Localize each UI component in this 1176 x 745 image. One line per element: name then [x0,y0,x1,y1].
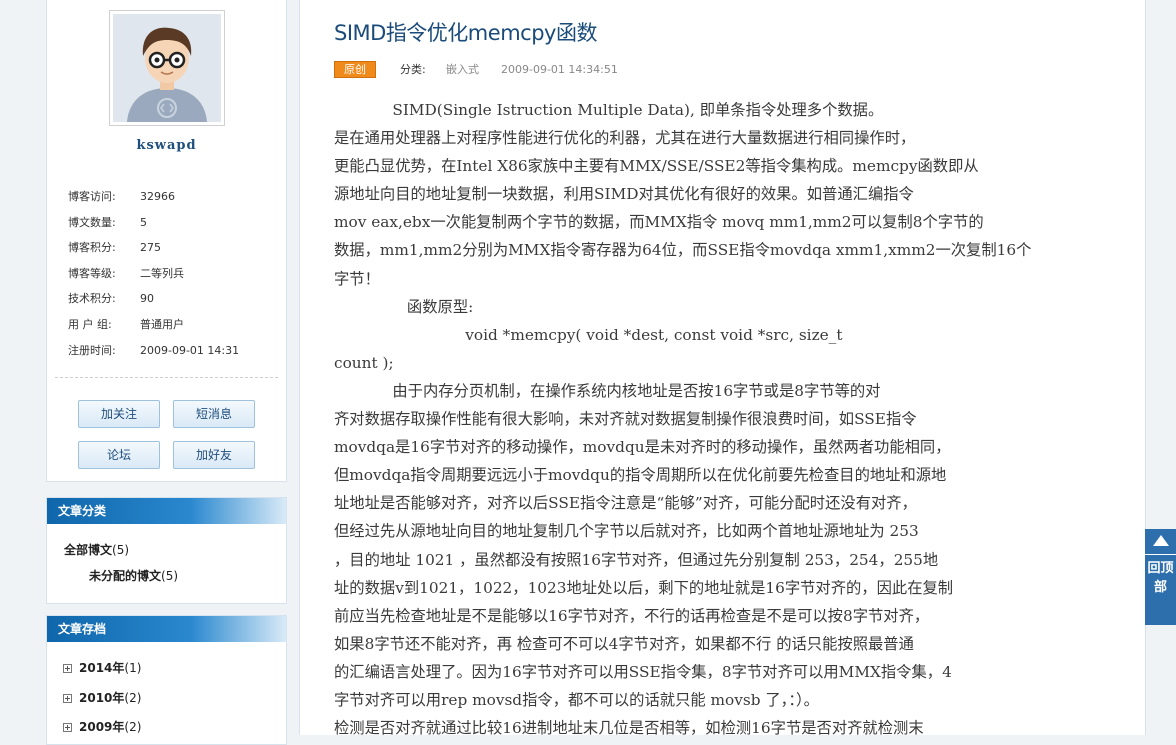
stat-value: 二等列兵 [140,266,184,280]
article-title[interactable]: SIMD指令优化memcpy函数 [334,17,597,47]
archive-item-2014[interactable]: 2014年(1) [63,659,141,676]
stat-label: 博客访问: [68,190,116,203]
stat-value: 普通用户 [140,317,184,331]
category-all[interactable]: 全部博文(5) [64,541,129,558]
category-item-label: 未分配的博文 [89,569,162,583]
datetime-value: 2009-09-01 14:34:51 [501,63,618,76]
article-line: mov eax,ebx一次能复制两个字节的数据，而MMX指令 movq mm1,… [334,213,984,232]
article-category: 分类: [400,61,426,78]
archive-count: (2) [124,691,142,705]
profile-card: kswapd 博客访问: 32966 博文数量: 5 博客积分: 275 博客等级: 二… [46,0,287,482]
archive-count: (1) [124,661,142,675]
stat-visits: 博客访问: 32966 [68,188,239,214]
category-item[interactable]: 未分配的博文(5) [89,567,178,584]
article-line: 齐对数据存取操作性能有很大影响，未对齐就对数据复制操作很浪费时间，如SSE指令 [334,410,917,429]
article-line: 函数原型: [334,297,474,316]
stat-user-group: 用 户 组: 普通用户 [68,316,239,342]
article-line: 如果8字节还不能对齐，再 检查可不可以4字节对齐，如果都不行 的话只能按照最普通 [334,634,914,653]
article-datetime: 2009-09-01 14:34:51 [501,61,618,78]
article-line: 的汇编语言处理了。因为16字节对齐可以用SSE指令集，8字节对齐可以用MMX指令… [334,662,952,681]
archive-item-2009[interactable]: 2009年(2) [63,718,141,735]
expand-plus-icon[interactable] [63,723,72,732]
expand-plus-icon[interactable] [63,694,72,703]
forum-button[interactable]: 论坛 [78,441,160,469]
article-line: count ); [334,353,394,372]
message-button[interactable]: 短消息 [173,400,255,428]
category-all-label: 全部博文 [64,543,113,557]
blog-stats: 博客访问: 32966 博文数量: 5 博客积分: 275 博客等级: 二等列兵 技术积… [68,188,239,367]
archive-year: 2014年 [79,661,125,675]
article-line: 源地址向目的地址复制一块数据，利用SIMD对其优化有很好的效果。如普通汇编指令 [334,185,914,204]
category-title: 文章分类 [47,498,286,524]
stat-label: 用 户 组: [68,317,112,331]
category-box: 文章分类 全部博文(5) 未分配的博文(5) [46,497,287,604]
archive-title: 文章存档 [47,616,286,642]
article-line: 检测是否对齐就通过比较16进制地址末几位是否相等，如检测16字节是否对齐就检测末 [334,719,924,738]
stat-value: 2009-09-01 14:31 [140,343,240,357]
article-line: ，目的地址 1021 ，虽然都没有按照16字节对齐，但通过先分别复制 253，2… [334,550,939,569]
archive-item-2010[interactable]: 2010年(2) [63,689,141,706]
stat-label: 博客等级: [68,266,116,280]
username[interactable]: kswapd [47,138,286,153]
stat-label: 博客积分: [68,241,116,255]
article-line: 字节对齐可以用rep movsd指令，都不可以的话就只能 movsb 了，：）。 [334,690,819,709]
stat-value: 275 [140,241,161,255]
archive-count: (2) [124,720,142,734]
avatar-image [113,14,221,122]
back-to-top-label: 回顶部 [1147,561,1174,595]
stat-tech-points: 技术积分: 90 [68,290,239,316]
avatar[interactable] [109,10,225,126]
stat-level: 博客等级: 二等列兵 [68,265,239,291]
add-friend-button[interactable]: 加好友 [173,441,255,469]
back-to-top-button[interactable]: 回顶部 [1145,529,1176,625]
follow-button[interactable]: 加关注 [78,400,160,428]
category-item-count: (5) [161,569,179,583]
article-line: 由于内存分页机制，在操作系统内核地址是否按16字节或是8字节等的对 [334,381,881,400]
article-category-link[interactable]: 嵌入式 [446,61,479,78]
category-label: 分类: [400,63,426,76]
article-line: 址地址是否能够对齐，对齐以后SSE指令注意是“能够”对齐，可能分配时还没有对齐， [334,494,917,513]
article-line: 址的数据v到1021，1022，1023地址处以后，剩下的地址就是16字节对齐的… [334,578,954,597]
stat-value: 32966 [140,190,175,203]
article-panel: SIMD指令优化memcpy函数 原创 分类: 嵌入式 2009-09-01 1… [299,0,1146,737]
archive-year: 2009年 [79,720,125,734]
stat-label: 注册时间: [68,343,116,357]
article-line: 但经过先从源地址向目的地址复制几个字节以后就对齐，比如两个首地址源地址为 253 [334,522,919,541]
stat-posts: 博文数量: 5 [68,214,239,240]
stat-label: 博文数量: [68,215,116,229]
category-value: 嵌入式 [446,63,479,76]
article-line: 但movdqa指令周期要远远小于movdqu的指令周期所以在优化前要先检查目的地… [334,466,947,485]
stat-label: 技术积分: [68,292,116,306]
archive-box: 文章存档 2014年(1) 2010年(2) 2009年(2) [46,615,287,745]
article-line: SIMD(Single Istruction Multiple Data), 即… [334,101,884,119]
stat-register-time: 注册时间: 2009-09-01 14:31 [68,342,239,368]
article-line: void *memcpy( void *dest, const void *sr… [334,325,843,344]
divider [55,377,278,378]
category-all-count: (5) [112,543,130,557]
expand-plus-icon[interactable] [63,664,72,673]
article-line: 更能凸显优势，在Intel X86家族中主要有MMX/SSE/SSE2等指令集构… [334,157,979,176]
article-line: 是在通用处理器上对程序性能进行优化的利器，尤其在进行大量数据进行相同操作时， [334,129,916,148]
article-line: 前应当先检查地址是不是能够以16字节对齐，不行的话再检查是不是可以按8字节对齐， [334,606,930,625]
archive-year: 2010年 [79,691,125,705]
arrow-up-icon [1145,529,1176,555]
stat-value: 90 [140,292,154,306]
stat-value: 5 [140,215,147,229]
article-line: 字节！ [334,269,380,288]
original-badge: 原创 [334,61,376,78]
stat-points: 博客积分: 275 [68,239,239,265]
article-line: 数据，mm1,mm2分别为MMX指令寄存器为64位，而SSE指令movdqa x… [334,241,1032,260]
article-line: movdqa是16字节对齐的移动操作，movdqu是未对齐时的移动操作，虽然两者… [334,438,951,457]
article-body: SIMD(Single Istruction Multiple Data), 即… [334,96,1109,742]
